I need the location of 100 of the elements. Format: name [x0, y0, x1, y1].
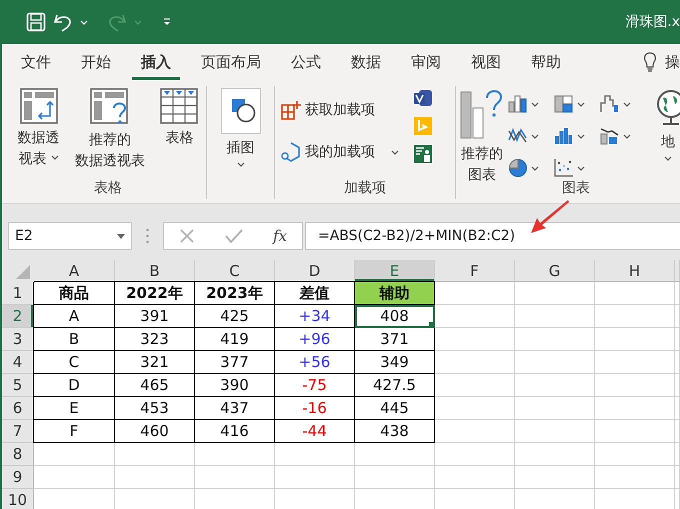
table-cell[interactable]: 377: [195, 351, 275, 374]
table-cell[interactable]: 416: [195, 420, 275, 443]
table-cell[interactable]: [275, 466, 355, 489]
ribbon-button[interactable]: 地: [650, 86, 680, 169]
row-header[interactable]: 9: [2, 466, 34, 489]
table-cell[interactable]: [355, 443, 435, 466]
row-header[interactable]: 3: [2, 328, 34, 351]
column-header[interactable]: D: [275, 260, 355, 282]
ribbon-button[interactable]: 推荐的 数据透视表: [72, 86, 148, 174]
table-cell[interactable]: +34: [275, 305, 355, 328]
ribbon-tab[interactable]: 视图: [462, 44, 510, 80]
insert-function-button[interactable]: fx: [272, 227, 287, 245]
table-cell[interactable]: 419: [195, 328, 275, 351]
table-cell[interactable]: F: [34, 420, 115, 443]
ribbon-tab[interactable]: 页面布局: [192, 44, 270, 80]
table-cell[interactable]: [515, 282, 595, 305]
ribbon-tab[interactable]: 插入: [132, 44, 180, 80]
column-header[interactable]: A: [34, 260, 115, 282]
ribbon-tab[interactable]: 数据: [342, 44, 390, 80]
table-cell[interactable]: -16: [275, 397, 355, 420]
table-cell[interactable]: E: [34, 397, 115, 420]
table-cell[interactable]: [595, 466, 675, 489]
search-label[interactable]: 操: [665, 52, 680, 72]
table-cell[interactable]: +56: [275, 351, 355, 374]
enter-icon[interactable]: [224, 228, 243, 244]
table-cell[interactable]: [435, 374, 515, 397]
ribbon-button[interactable]: 表格: [157, 86, 202, 151]
table-cell[interactable]: [595, 443, 675, 466]
table-cell[interactable]: 425: [195, 305, 275, 328]
table-cell[interactable]: [34, 443, 115, 466]
table-cell[interactable]: 445: [355, 397, 435, 420]
table-cell[interactable]: [675, 282, 680, 305]
ribbon-button[interactable]: 获取加载项: [275, 96, 405, 124]
table-cell[interactable]: A: [34, 305, 115, 328]
table-cell[interactable]: 427.5: [355, 374, 435, 397]
table-cell[interactable]: [515, 420, 595, 443]
table-cell[interactable]: [515, 397, 595, 420]
table-cell[interactable]: D: [34, 374, 115, 397]
table-cell[interactable]: 349: [355, 351, 435, 374]
table-cell[interactable]: [675, 466, 680, 489]
table-cell[interactable]: 438: [355, 420, 435, 443]
table-cell[interactable]: [435, 466, 515, 489]
table-cell[interactable]: [595, 374, 675, 397]
column-header[interactable]: E: [355, 260, 435, 282]
row-header[interactable]: 1: [2, 282, 34, 305]
bing-icon[interactable]: [413, 116, 433, 136]
table-cell[interactable]: 437: [195, 397, 275, 420]
table-cell[interactable]: [515, 328, 595, 351]
table-cell[interactable]: [435, 443, 515, 466]
table-cell[interactable]: 323: [115, 328, 195, 351]
table-cell[interactable]: [595, 328, 675, 351]
row-header[interactable]: 5: [2, 374, 34, 397]
save-icon[interactable]: [26, 12, 46, 32]
table-cell[interactable]: 371: [355, 328, 435, 351]
table-cell[interactable]: C: [34, 351, 115, 374]
table-cell[interactable]: 460: [115, 420, 195, 443]
table-cell[interactable]: 408: [355, 305, 435, 328]
table-cell[interactable]: [595, 397, 675, 420]
table-cell[interactable]: [435, 420, 515, 443]
table-cell[interactable]: [515, 466, 595, 489]
column-header[interactable]: C: [195, 260, 275, 282]
table-cell[interactable]: [435, 328, 515, 351]
table-cell[interactable]: [675, 443, 680, 466]
name-box[interactable]: E2: [8, 222, 132, 250]
table-cell[interactable]: B: [34, 328, 115, 351]
table-cell[interactable]: [435, 351, 515, 374]
table-cell[interactable]: +96: [275, 328, 355, 351]
ribbon-button[interactable]: 数据透 视表: [14, 86, 63, 172]
table-cell[interactable]: 商品: [34, 282, 115, 305]
table-cell[interactable]: -75: [275, 374, 355, 397]
table-cell[interactable]: 辅助: [355, 282, 435, 305]
table-cell[interactable]: [595, 305, 675, 328]
table-cell[interactable]: 2023年: [195, 282, 275, 305]
column-header[interactable]: G: [515, 260, 595, 282]
table-cell[interactable]: [435, 282, 515, 305]
column-header[interactable]: H: [595, 260, 675, 282]
table-cell[interactable]: [675, 305, 680, 328]
customize-icon[interactable]: [162, 17, 172, 27]
people-graph-icon[interactable]: [413, 144, 433, 164]
ribbon-tab[interactable]: 文件: [12, 44, 60, 80]
table-cell[interactable]: 390: [195, 374, 275, 397]
table-cell[interactable]: [675, 420, 680, 443]
table-cell[interactable]: [515, 374, 595, 397]
table-cell[interactable]: [275, 443, 355, 466]
row-header[interactable]: 10: [2, 489, 34, 509]
ribbon-tab[interactable]: 公式: [282, 44, 330, 80]
table-cell[interactable]: [195, 443, 275, 466]
ribbon-tab[interactable]: 帮助: [522, 44, 570, 80]
row-header[interactable]: 2: [2, 305, 34, 328]
undo-icon[interactable]: [52, 12, 74, 32]
table-cell[interactable]: [34, 466, 115, 489]
ribbon-button[interactable]: 推荐的 图表: [456, 86, 508, 188]
table-cell[interactable]: [595, 351, 675, 374]
row-header[interactable]: 8: [2, 443, 34, 466]
column-header[interactable]: B: [115, 260, 195, 282]
row-header[interactable]: 4: [2, 351, 34, 374]
table-cell[interactable]: [675, 351, 680, 374]
table-cell[interactable]: [355, 466, 435, 489]
table-cell[interactable]: 391: [115, 305, 195, 328]
table-cell[interactable]: [115, 443, 195, 466]
